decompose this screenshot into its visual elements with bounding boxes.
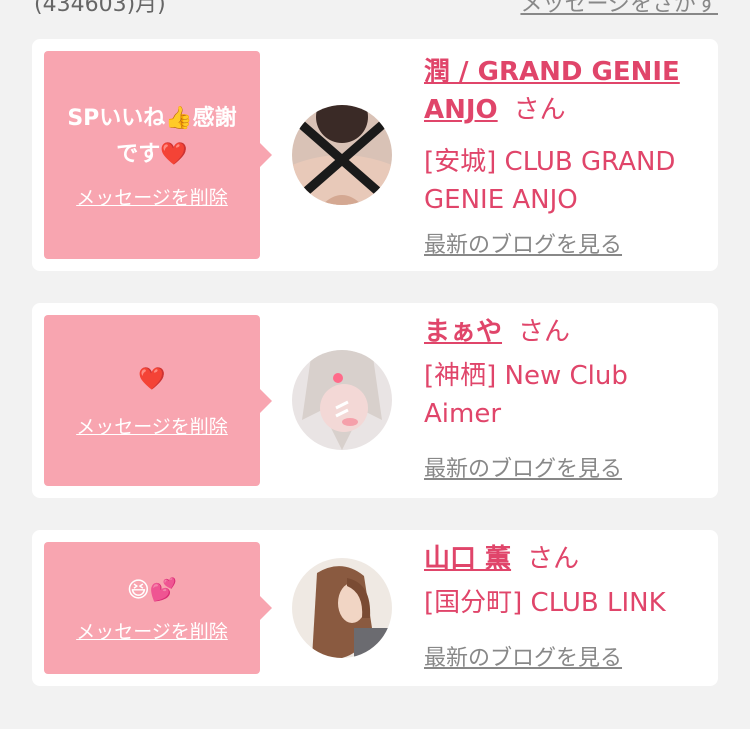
top-link[interactable]: メッセージをさがす	[520, 0, 718, 18]
member-info: まぁや さん [神栖] New Club Aimer 最新のブログを見る	[424, 313, 704, 482]
avatar[interactable]	[292, 558, 392, 658]
message-bubble: 😆💕 メッセージを削除	[44, 542, 272, 674]
honorific: さん	[518, 317, 571, 347]
member-name-link[interactable]: 山口 薫	[424, 544, 511, 574]
message-card: 😆💕 メッセージを削除 山口 薫さん [国分町] CLUB LINK 最新のブロ…	[32, 530, 718, 686]
latest-blog-link[interactable]: 最新のブログを見る	[424, 227, 622, 259]
message-card: ❤️ メッセージを削除 まぁや さん [神栖] New Club Aimer 最新…	[32, 303, 718, 498]
message-text: ❤️	[138, 367, 166, 392]
message-text: SPいいね👍感謝です❤️	[67, 105, 237, 167]
member-info: 山口 薫さん [国分町] CLUB LINK 最新のブログを見る	[424, 540, 704, 671]
shop-name: [神栖] New Club Aimer	[424, 361, 628, 429]
shop-name: [安城] CLUB GRAND GENIE ANJO	[424, 147, 676, 215]
member-name-line: まぁや さん	[424, 313, 704, 351]
member-name-link[interactable]: まぁや	[424, 317, 502, 347]
member-info: 潤 / GRAND GENIE ANJO さん [安城] CLUB GRAND G…	[424, 53, 704, 258]
latest-blog-link[interactable]: 最新のブログを見る	[424, 640, 622, 672]
delete-message-link[interactable]: メッセージを削除	[76, 617, 228, 644]
avatar[interactable]	[292, 350, 392, 450]
delete-message-link[interactable]: メッセージを削除	[76, 412, 228, 439]
honorific: さん	[513, 95, 566, 125]
message-text: 😆💕	[126, 577, 178, 603]
top-count-text: (434603)月)	[34, 0, 166, 17]
member-name-line: 潤 / GRAND GENIE ANJO さん	[424, 53, 704, 129]
honorific: さん	[527, 544, 580, 574]
top-strip: (434603)月) メッセージをさがす	[0, 0, 750, 22]
member-name-line: 山口 薫さん	[424, 540, 704, 578]
message-bubble: ❤️ メッセージを削除	[44, 315, 272, 486]
message-bubble: SPいいね👍感謝です❤️ メッセージを削除	[44, 51, 272, 259]
message-card: SPいいね👍感謝です❤️ メッセージを削除 潤 / GRAND GENIE AN…	[32, 39, 718, 271]
latest-blog-link[interactable]: 最新のブログを見る	[424, 451, 622, 483]
shop-name: [国分町] CLUB LINK	[424, 588, 666, 618]
delete-message-link[interactable]: メッセージを削除	[76, 183, 228, 210]
avatar[interactable]	[292, 105, 392, 205]
